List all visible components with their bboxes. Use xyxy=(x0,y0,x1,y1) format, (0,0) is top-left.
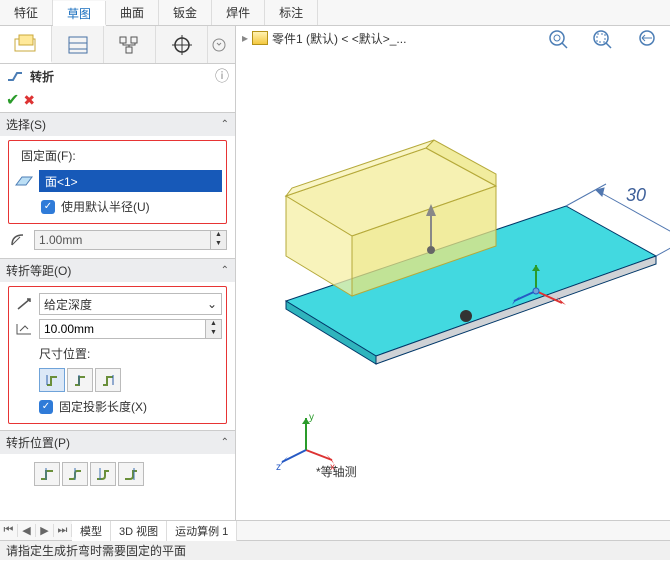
use-default-radius-checkbox[interactable]: ✓ xyxy=(41,200,55,214)
dim-pos-overall[interactable] xyxy=(95,368,121,392)
expand-arrow-icon[interactable]: ▸ xyxy=(242,31,248,45)
chevron-up-icon: ⌃ xyxy=(221,437,229,448)
spin-down[interactable]: ▼ xyxy=(206,329,221,338)
section-offset: 转折等距(O) ⌃ 给定深度 ⌄ xyxy=(0,258,235,430)
tab-annotation[interactable]: 标注 xyxy=(265,0,318,25)
panel-tab-target[interactable] xyxy=(156,26,208,63)
pos-opt-2[interactable] xyxy=(62,462,88,486)
bottom-tab-3dview[interactable]: 3D 视图 xyxy=(111,521,167,541)
bottom-tab-model[interactable]: 模型 xyxy=(72,521,111,541)
tab-sheetmetal[interactable]: 钣金 xyxy=(159,0,212,25)
pos-opt-4[interactable] xyxy=(118,462,144,486)
section-position-header[interactable]: 转折位置(P) ⌃ xyxy=(0,431,235,454)
graphics-viewport[interactable]: ▸ 零件1 (默认) < <默认>_... xyxy=(236,26,670,520)
fixed-face-value: 面<1> xyxy=(45,173,78,190)
chevron-down-icon: ⌄ xyxy=(207,297,217,311)
property-panel: 转折 ⓘ ✔ ✖ 选择(S) ⌃ 固定面(F): xyxy=(0,26,236,520)
section-position-title: 转折位置(P) xyxy=(6,434,70,451)
radius-icon xyxy=(8,230,30,250)
top-tab-bar: 特征 草图 曲面 钣金 焊件 标注 xyxy=(0,0,670,26)
pos-opt-1[interactable] xyxy=(34,462,60,486)
svg-text:z: z xyxy=(276,462,281,470)
dim-pos-label: 尺寸位置: xyxy=(13,343,222,366)
radius-input[interactable] xyxy=(35,231,210,249)
dim-pos-inside[interactable] xyxy=(67,368,93,392)
status-text: 请指定生成折弯时需要固定的平面 xyxy=(6,544,186,558)
help-icon[interactable]: ⓘ xyxy=(215,66,229,86)
distance-spinner[interactable]: ▲▼ xyxy=(39,319,222,339)
radius-spinner[interactable]: ▲▼ xyxy=(34,230,227,250)
face-select-icon xyxy=(13,171,35,191)
tab-sketch[interactable]: 草图 xyxy=(53,1,106,26)
zoom-area-icon[interactable] xyxy=(590,28,616,50)
fix-proj-label: 固定投影长度(X) xyxy=(59,398,147,415)
fix-proj-checkbox[interactable]: ✓ xyxy=(39,400,53,414)
direction-icon[interactable] xyxy=(13,294,35,314)
svg-text:y: y xyxy=(309,412,314,423)
spin-up[interactable]: ▲ xyxy=(211,231,226,240)
pos-opt-3[interactable] xyxy=(90,462,116,486)
chevron-up-icon: ⌃ xyxy=(221,119,229,130)
section-offset-title: 转折等距(O) xyxy=(6,262,71,279)
ok-button[interactable]: ✔ xyxy=(6,90,19,110)
tab-nav-last[interactable]: ⏭ xyxy=(54,524,72,537)
use-default-radius-label: 使用默认半径(U) xyxy=(61,198,150,215)
section-offset-header[interactable]: 转折等距(O) ⌃ xyxy=(0,259,235,282)
distance-input[interactable] xyxy=(40,320,205,338)
zoom-fit-icon[interactable] xyxy=(546,28,572,50)
tab-nav-prev[interactable]: ◀ xyxy=(18,524,36,537)
tab-nav-next[interactable]: ▶ xyxy=(36,524,54,537)
section-selection: 选择(S) ⌃ 固定面(F): 面<1> ✓ xyxy=(0,112,235,258)
depth-type-value: 给定深度 xyxy=(44,296,92,313)
panel-tab-overflow[interactable] xyxy=(208,34,230,56)
feature-title: 转折 xyxy=(30,68,54,85)
panel-tab-feature-tree[interactable] xyxy=(0,26,52,63)
tab-weldment[interactable]: 焊件 xyxy=(212,0,265,25)
section-selection-header[interactable]: 选择(S) ⌃ xyxy=(0,113,235,136)
distance-icon xyxy=(13,319,35,339)
bottom-tab-bar: ⏮ ◀ ▶ ⏭ 模型 3D 视图 运动算例 1 xyxy=(0,520,670,540)
panel-tab-config[interactable] xyxy=(52,26,104,63)
status-bar: 请指定生成折弯时需要固定的平面 xyxy=(0,540,670,560)
depth-type-dropdown[interactable]: 给定深度 ⌄ xyxy=(39,293,222,315)
dim-pos-outside[interactable] xyxy=(39,368,65,392)
panel-tab-hierarchy[interactable] xyxy=(104,26,156,63)
tab-nav-first[interactable]: ⏮ xyxy=(0,524,18,537)
bottom-tab-motion[interactable]: 运动算例 1 xyxy=(167,521,237,541)
cancel-button[interactable]: ✖ xyxy=(23,92,35,109)
confirm-row: ✔ ✖ xyxy=(0,88,235,112)
zoom-prev-icon[interactable] xyxy=(634,28,660,50)
section-position: 转折位置(P) ⌃ xyxy=(0,430,235,492)
spin-down[interactable]: ▼ xyxy=(211,240,226,249)
jog-feature-icon xyxy=(6,68,24,84)
tab-surface[interactable]: 曲面 xyxy=(106,0,159,25)
spin-up[interactable]: ▲ xyxy=(206,320,221,329)
view-orientation-label: *等轴测 xyxy=(316,463,357,480)
part-icon xyxy=(252,31,268,45)
fixed-face-label: 固定面(F): xyxy=(13,145,222,168)
fixed-face-selection[interactable]: 面<1> xyxy=(39,170,222,192)
view-tools xyxy=(546,28,660,50)
feature-title-row: 转折 ⓘ xyxy=(0,64,235,88)
section-selection-title: 选择(S) xyxy=(6,116,46,133)
tab-feature[interactable]: 特征 xyxy=(0,0,53,25)
dimension-value: 30 xyxy=(626,185,646,205)
chevron-up-icon: ⌃ xyxy=(221,265,229,276)
panel-tab-row xyxy=(0,26,235,64)
view-triad[interactable]: x y z xyxy=(276,410,336,470)
breadcrumb-text: 零件1 (默认) < <默认>_... xyxy=(272,30,406,47)
